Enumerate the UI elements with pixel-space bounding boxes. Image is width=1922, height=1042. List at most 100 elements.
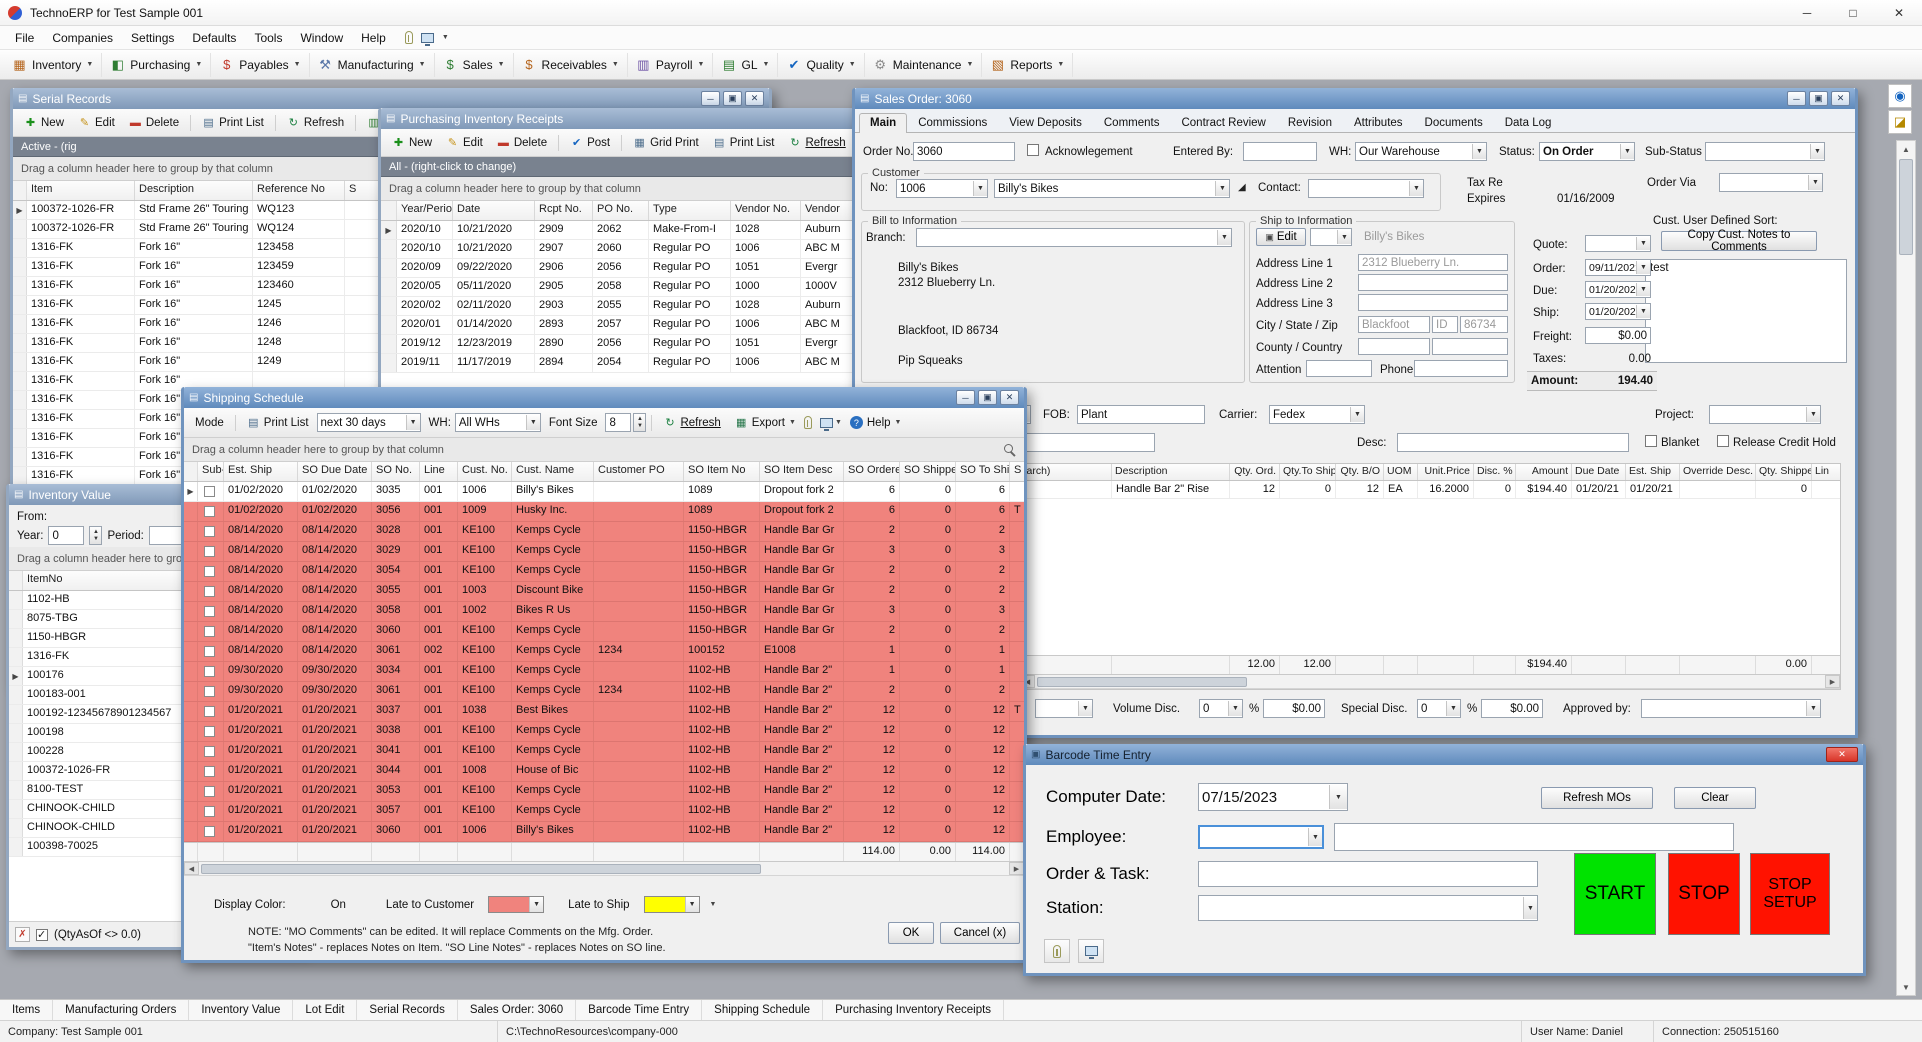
window-tab[interactable]: Manufacturing Orders bbox=[53, 1000, 190, 1020]
window-close-button[interactable]: ✕ bbox=[1831, 91, 1850, 106]
zip-field[interactable]: 86734 bbox=[1460, 316, 1508, 333]
row-checkbox[interactable] bbox=[204, 746, 215, 757]
warehouse-select[interactable]: Our Warehouse ▼ bbox=[1355, 142, 1487, 161]
table-row[interactable]: 01/20/2021 01/20/2021 3044 001 1008 Hous… bbox=[184, 762, 1024, 782]
workstation-button[interactable] bbox=[1078, 939, 1104, 963]
blanket-checkbox[interactable] bbox=[1645, 435, 1657, 447]
horizontal-scrollbar[interactable]: ◀ ▶ bbox=[184, 862, 1024, 876]
column-header[interactable]: Reference No bbox=[253, 181, 345, 200]
quote-select[interactable]: ▼ bbox=[1585, 235, 1651, 252]
row-checkbox[interactable] bbox=[204, 706, 215, 717]
window-tab[interactable]: Items bbox=[0, 1000, 54, 1020]
stop-setup-button[interactable]: STOP SETUP bbox=[1750, 853, 1830, 935]
carrier-select[interactable]: Fedex ▼ bbox=[1269, 405, 1365, 424]
scrollbar-thumb[interactable] bbox=[201, 863, 761, 874]
column-header[interactable]: Description bbox=[135, 181, 253, 200]
scroll-left-icon[interactable]: ◀ bbox=[184, 862, 199, 875]
window-tab[interactable]: Purchasing Inventory Receipts bbox=[823, 1000, 1005, 1020]
workstation-icon[interactable] bbox=[819, 417, 833, 431]
tab[interactable]: Commissions bbox=[907, 113, 998, 133]
clear-button[interactable]: Clear bbox=[1674, 787, 1756, 809]
table-row[interactable]: 01/20/2021 01/20/2021 3038 001 KE100 Kem… bbox=[184, 722, 1024, 742]
column-header[interactable]: S bbox=[1010, 462, 1024, 481]
column-header[interactable]: SO Shipped bbox=[900, 462, 956, 481]
window-tab[interactable]: Shipping Schedule bbox=[702, 1000, 824, 1020]
table-row[interactable]: ▶ 01/02/2020 01/02/2020 3035 001 1006 Bi… bbox=[184, 482, 1024, 502]
late-to-ship-color-select[interactable]: ▼ bbox=[643, 896, 700, 913]
row-checkbox[interactable] bbox=[204, 626, 215, 637]
ship-to-edit-button[interactable]: ▣ Edit bbox=[1256, 228, 1306, 246]
late-to-customer-color-select[interactable]: ▼ bbox=[488, 896, 545, 913]
column-header[interactable]: Override Desc. bbox=[1680, 464, 1756, 480]
due-date-select[interactable]: 01/20/2021▼ bbox=[1585, 281, 1651, 298]
tab[interactable]: Comments bbox=[1093, 113, 1171, 133]
menu-item[interactable]: Defaults bbox=[183, 31, 245, 45]
attention-field[interactable] bbox=[1306, 360, 1372, 377]
post-button[interactable]: ✔ Post bbox=[564, 133, 616, 152]
desc-field[interactable] bbox=[1397, 433, 1629, 452]
column-header[interactable]: Qty. B/O bbox=[1336, 464, 1384, 480]
search-icon[interactable] bbox=[1004, 443, 1016, 457]
delete-button[interactable]: ▬ Delete bbox=[491, 134, 553, 152]
app-toolbar-button[interactable]: $ Payables ▼ bbox=[211, 52, 310, 77]
city-field[interactable]: Blackfoot bbox=[1358, 316, 1430, 333]
column-header[interactable]: Sub- bbox=[198, 462, 224, 481]
phone-field[interactable] bbox=[1414, 360, 1508, 377]
status-select[interactable]: On Order ▼ bbox=[1539, 142, 1635, 161]
menu-item[interactable]: Help bbox=[352, 31, 395, 45]
order-notes-field[interactable]: test bbox=[1645, 259, 1847, 363]
column-header[interactable]: UOM bbox=[1384, 464, 1418, 480]
paperclip-icon[interactable] bbox=[803, 416, 812, 429]
grid-print-button[interactable]: ▦ Grid Print bbox=[627, 133, 705, 152]
po-field[interactable] bbox=[1005, 433, 1155, 452]
row-checkbox[interactable] bbox=[204, 586, 215, 597]
address3-field[interactable] bbox=[1358, 294, 1508, 311]
row-checkbox[interactable] bbox=[204, 766, 215, 777]
address2-field[interactable] bbox=[1358, 274, 1508, 291]
window-minimize-button[interactable]: ─ bbox=[1787, 91, 1806, 106]
qty-filter-checkbox[interactable] bbox=[36, 928, 48, 941]
app-toolbar-button[interactable]: ▤ GL ▼ bbox=[713, 52, 779, 77]
clear-filter-icon[interactable]: ✗ bbox=[15, 927, 30, 942]
stop-button[interactable]: STOP bbox=[1668, 853, 1740, 935]
scrollbar-thumb[interactable] bbox=[1037, 676, 1247, 687]
table-row[interactable]: 01/20/2021 01/20/2021 3053 001 KE100 Kem… bbox=[184, 782, 1024, 802]
export-button[interactable]: ▦ Export ▼ bbox=[729, 413, 802, 432]
row-checkbox[interactable] bbox=[204, 546, 215, 557]
new-button[interactable]: ✚ New bbox=[386, 133, 438, 152]
column-header[interactable]: Disc. % bbox=[1474, 464, 1516, 480]
copy-cust-notes-button[interactable]: Copy Cust. Notes to Comments bbox=[1661, 229, 1817, 253]
employee-select[interactable]: ▼ bbox=[1198, 825, 1324, 849]
new-button[interactable]: ✚ New bbox=[18, 113, 70, 132]
ship-to-select[interactable]: ▼ bbox=[1310, 228, 1352, 246]
window-titlebar[interactable]: ▤ Sales Order: 3060 ─ ▣ ✕ bbox=[855, 88, 1855, 109]
table-row[interactable]: 08/14/2020 08/14/2020 3028 001 KE100 Kem… bbox=[184, 522, 1024, 542]
tab[interactable]: Documents bbox=[1414, 113, 1494, 133]
table-row[interactable]: 08/14/2020 08/14/2020 3054 001 KE100 Kem… bbox=[184, 562, 1024, 582]
minimize-button[interactable]: ─ bbox=[1784, 0, 1830, 25]
column-header[interactable]: Customer PO bbox=[594, 462, 684, 481]
window-tab[interactable]: Sales Order: 3060 bbox=[458, 1000, 577, 1020]
table-row[interactable]: 09/30/2020 09/30/2020 3034 001 KE100 Kem… bbox=[184, 662, 1024, 682]
row-checkbox[interactable] bbox=[204, 666, 215, 677]
dock-icon-2[interactable]: ◪ bbox=[1888, 110, 1912, 134]
app-toolbar-button[interactable]: ◧ Purchasing ▼ bbox=[102, 52, 212, 77]
branch-select[interactable]: ▼ bbox=[916, 228, 1232, 247]
acknowlegement-checkbox[interactable] bbox=[1027, 144, 1039, 156]
county-field[interactable] bbox=[1358, 338, 1430, 355]
print-list-button[interactable]: ▤ Print List bbox=[196, 113, 270, 132]
menu-item[interactable]: Settings bbox=[122, 31, 183, 45]
address1-field[interactable]: 2312 Blueberry Ln. bbox=[1358, 254, 1508, 271]
column-header[interactable]: Item bbox=[27, 181, 135, 200]
column-header[interactable]: Type bbox=[649, 201, 731, 220]
scroll-right-icon[interactable]: ▶ bbox=[1009, 862, 1024, 875]
tab[interactable]: Data Log bbox=[1494, 113, 1563, 133]
table-row[interactable]: 09/30/2020 09/30/2020 3061 001 KE100 Kem… bbox=[184, 682, 1024, 702]
special-disc-amount-field[interactable]: $0.00 bbox=[1481, 699, 1543, 718]
column-header[interactable]: SO To Ship bbox=[956, 462, 1010, 481]
tab[interactable]: Attributes bbox=[1343, 113, 1414, 133]
app-toolbar-button[interactable]: ⚙ Maintenance ▼ bbox=[865, 52, 983, 77]
window-close-button[interactable]: ✕ bbox=[1826, 747, 1858, 762]
column-header[interactable]: Rcpt No. bbox=[535, 201, 593, 220]
window-tab[interactable]: Serial Records bbox=[357, 1000, 458, 1020]
